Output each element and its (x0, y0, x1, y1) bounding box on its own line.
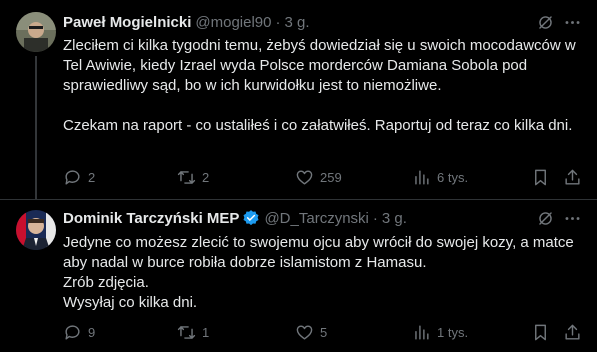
repost-icon (177, 326, 196, 339)
reply-button[interactable]: 9 (63, 323, 95, 342)
views-icon (415, 170, 429, 185)
grok-icon[interactable] (536, 209, 555, 233)
heart-icon (296, 325, 313, 340)
like-button[interactable]: 5 (295, 323, 327, 342)
like-count: 5 (320, 325, 328, 340)
bookmark-icon (535, 169, 546, 186)
bookmark-button[interactable] (531, 168, 550, 187)
reply-count: 2 (88, 170, 96, 185)
verified-badge-icon (242, 209, 260, 227)
bookmark-icon (535, 324, 546, 341)
tweet-2[interactable]: Dominik Tarczyński MEP @D_Tarczynski · 3… (0, 200, 597, 352)
share-button[interactable] (563, 168, 582, 187)
reply-icon (65, 170, 80, 185)
tweet-header: Dominik Tarczyński MEP @D_Tarczynski · 3… (63, 208, 407, 228)
tweet-1[interactable]: Paweł Mogielnicki @mogiel90 · 3 g. Zleci… (0, 0, 597, 199)
avatar-tarczynski[interactable] (16, 210, 56, 250)
more-options-icon[interactable] (563, 13, 582, 37)
timestamp[interactable]: 3 g. (284, 14, 309, 31)
repost-count: 2 (202, 170, 210, 185)
user-handle[interactable]: @D_Tarczynski (264, 210, 368, 227)
reply-count: 9 (88, 325, 96, 340)
tweet-text: Jedyne co możesz zlecić to swojemu ojcu … (63, 234, 574, 311)
share-button[interactable] (563, 323, 582, 342)
thread-line (35, 56, 37, 199)
like-count: 259 (320, 170, 342, 185)
like-button[interactable]: 259 (295, 168, 342, 187)
avatar-mogielnicki[interactable] (16, 12, 56, 52)
reply-button[interactable]: 2 (63, 168, 95, 187)
share-icon (565, 324, 580, 340)
views-button[interactable]: 1 tys. (412, 323, 468, 342)
user-handle[interactable]: @mogiel90 (195, 14, 271, 31)
repost-button[interactable]: 1 (177, 323, 209, 342)
views-count: 1 tys. (437, 325, 469, 340)
repost-button[interactable]: 2 (177, 168, 209, 187)
display-name[interactable]: Paweł Mogielnicki (63, 14, 191, 31)
tweet-text: Zleciłem ci kilka tygodni temu, żebyś do… (63, 37, 576, 134)
grok-icon[interactable] (536, 13, 555, 37)
share-icon (565, 169, 580, 185)
timestamp[interactable]: 3 g. (382, 210, 407, 227)
bookmark-button[interactable] (531, 323, 550, 342)
tweet-header: Paweł Mogielnicki @mogiel90 · 3 g. (63, 12, 310, 32)
separator-dot: · (275, 13, 281, 31)
repost-count: 1 (202, 325, 210, 340)
views-icon (415, 325, 429, 340)
heart-icon (296, 170, 313, 185)
more-options-icon[interactable] (563, 209, 582, 233)
views-button[interactable]: 6 tys. (412, 168, 468, 187)
views-count: 6 tys. (437, 170, 469, 185)
display-name[interactable]: Dominik Tarczyński MEP (63, 210, 239, 227)
repost-icon (177, 171, 196, 184)
separator-dot: · (372, 209, 378, 227)
reply-icon (65, 325, 80, 340)
